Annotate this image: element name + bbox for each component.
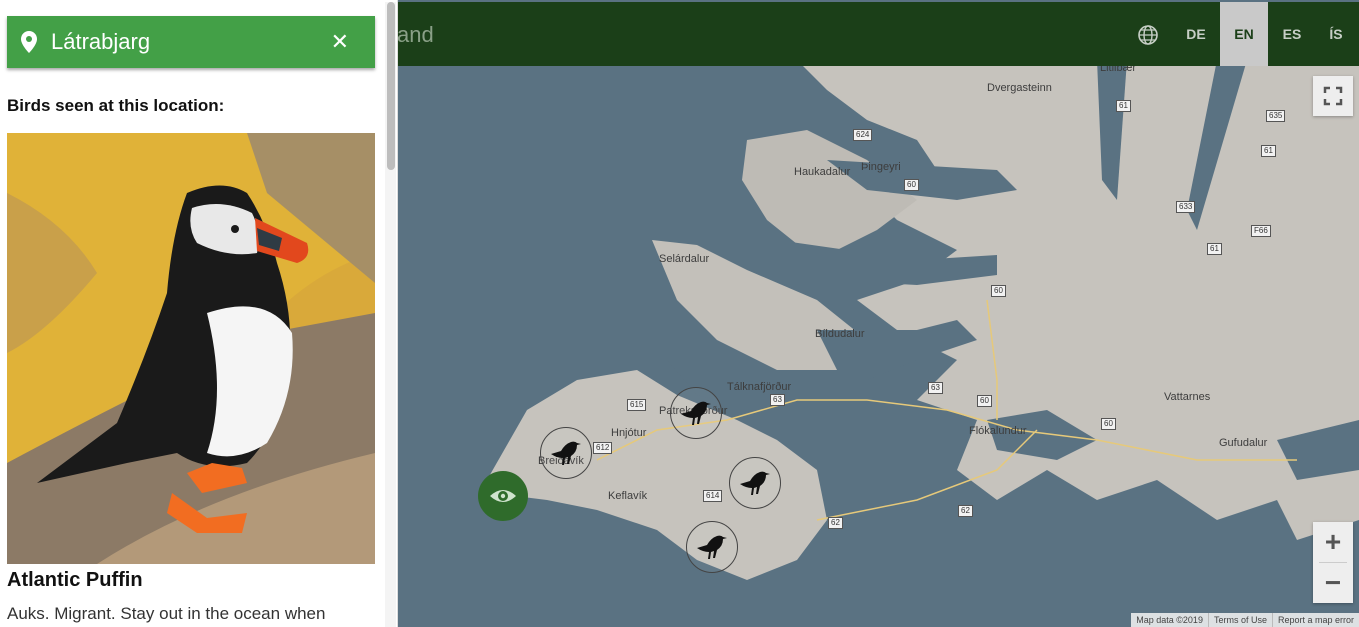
map-attribution: Map data ©2019 Terms of Use Report a map… xyxy=(1131,613,1359,627)
fullscreen-button[interactable] xyxy=(1313,76,1353,116)
zoom-in-button[interactable]: + xyxy=(1313,522,1353,562)
road-marker: 62 xyxy=(828,517,843,529)
place-label: Vattarnes xyxy=(1164,391,1211,403)
lang-en[interactable]: EN xyxy=(1220,2,1268,66)
bird-silhouette-icon xyxy=(740,471,770,495)
place-label: Þingeyri xyxy=(861,161,901,173)
road-marker: 63 xyxy=(928,382,943,394)
place-label: Gufudalur xyxy=(1219,437,1268,449)
location-header: Látrabjarg ✕ xyxy=(7,16,375,68)
terms-link[interactable]: Terms of Use xyxy=(1207,613,1272,627)
bird-marker[interactable] xyxy=(729,457,781,509)
bird-marker[interactable] xyxy=(540,427,592,479)
eye-icon xyxy=(490,490,516,502)
road-marker: 60 xyxy=(991,285,1006,297)
road-marker: 614 xyxy=(703,490,723,502)
map[interactable]: Litlibær Dvergasteinn Haukadalur Þingeyr… xyxy=(397,0,1359,627)
road-marker: 62 xyxy=(958,505,973,517)
section-heading: Birds seen at this location: xyxy=(7,96,225,115)
place-label: Hnjótur xyxy=(611,427,647,439)
lang-is[interactable]: ÍS xyxy=(1312,2,1359,66)
app-title: and xyxy=(397,22,434,47)
scrollbar-thumb[interactable] xyxy=(387,2,395,170)
fullscreen-icon xyxy=(1323,86,1343,106)
zoom-out-button[interactable]: − xyxy=(1313,563,1353,603)
road-marker: 615 xyxy=(627,399,647,411)
location-pin-icon xyxy=(21,31,37,53)
place-label: Tálknafjörður xyxy=(727,381,792,393)
road-marker: 624 xyxy=(853,129,873,141)
road-marker: 633 xyxy=(1176,201,1196,213)
sidebar: Látrabjarg ✕ Birds seen at this location… xyxy=(0,0,398,627)
place-label: Keflavík xyxy=(608,490,648,502)
map-data-label: Map data ©2019 xyxy=(1136,615,1203,625)
road-marker: 61 xyxy=(1261,145,1276,157)
bird-silhouette-icon xyxy=(551,441,581,465)
globe-icon xyxy=(1138,25,1158,45)
road-marker: 60 xyxy=(904,179,919,191)
bird-photo xyxy=(7,133,375,564)
place-label: Dvergasteinn xyxy=(987,82,1052,94)
lang-de[interactable]: DE xyxy=(1172,2,1220,66)
zoom-control: + − xyxy=(1313,522,1353,603)
top-bar: and DE EN ES ÍS xyxy=(397,2,1359,66)
bird-silhouette-icon xyxy=(697,535,727,559)
road-marker: 63 xyxy=(770,394,785,406)
road-marker: 61 xyxy=(1207,243,1222,255)
place-label: Bíldudalur xyxy=(815,328,865,340)
close-button[interactable]: ✕ xyxy=(331,29,349,55)
location-name: Látrabjarg xyxy=(51,29,151,54)
location-marker[interactable] xyxy=(478,471,528,521)
road-marker: 60 xyxy=(1101,418,1116,430)
place-label: Flókalundur xyxy=(969,425,1027,437)
sidebar-scrollbar[interactable] xyxy=(385,2,396,627)
report-error-link[interactable]: Report a map error xyxy=(1271,613,1359,627)
bird-name: Atlantic Puffin xyxy=(7,569,143,591)
road-marker: 635 xyxy=(1266,110,1286,122)
bird-description: Auks. Migrant. Stay out in the ocean whe… xyxy=(7,604,326,623)
place-label: Haukadalur xyxy=(794,166,851,178)
bird-marker[interactable] xyxy=(686,521,738,573)
road-marker: 612 xyxy=(593,442,613,454)
place-label: Selárdalur xyxy=(659,253,710,265)
lang-es[interactable]: ES xyxy=(1268,2,1316,66)
bird-marker[interactable] xyxy=(670,387,722,439)
bird-silhouette-icon xyxy=(681,401,711,425)
road-marker: 61 xyxy=(1116,100,1131,112)
road-marker: 60 xyxy=(977,395,992,407)
road-marker: F66 xyxy=(1251,225,1271,237)
map-terrain xyxy=(397,0,1359,627)
